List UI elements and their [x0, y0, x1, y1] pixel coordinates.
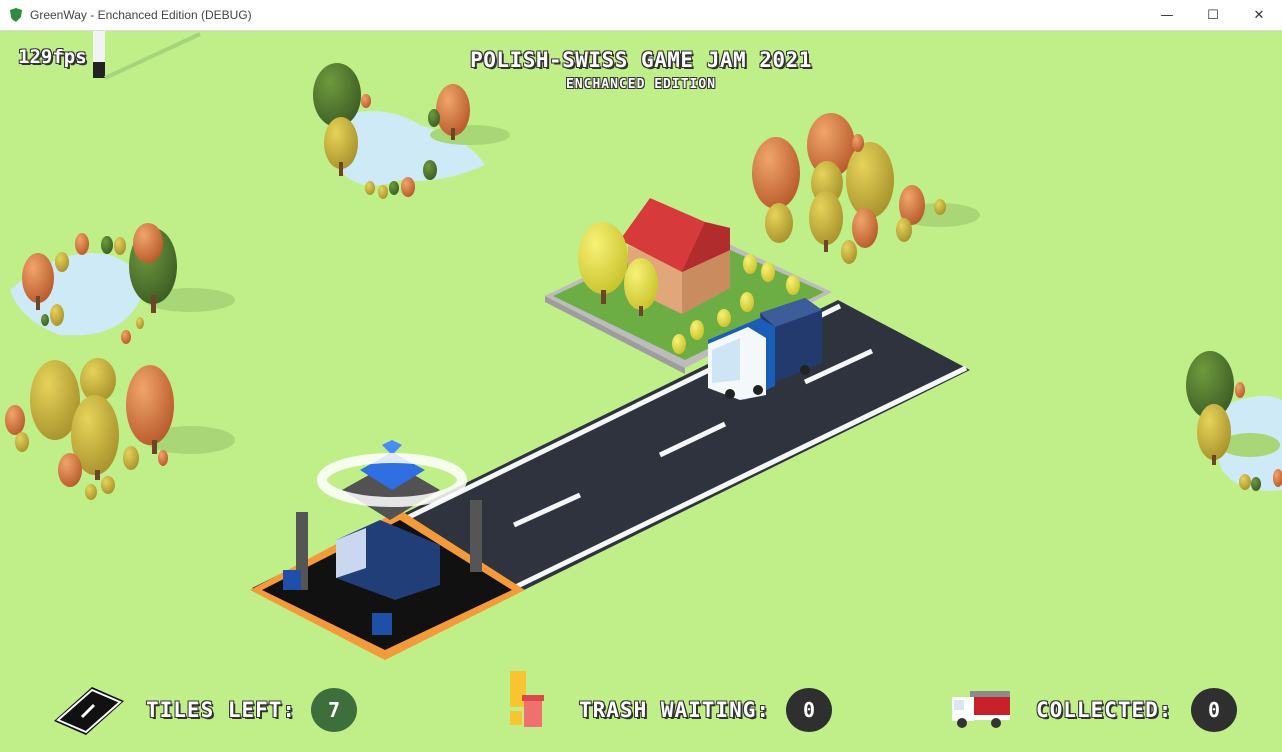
game-title: POLISH-SWISS GAME JAM 2021: [470, 48, 812, 72]
close-button[interactable]: ✕: [1236, 0, 1282, 30]
trash-waiting-counter: 0: [786, 688, 832, 732]
trash-bin-icon: [510, 671, 544, 727]
game-scene[interactable]: [0, 31, 1282, 752]
garbage-truck-icon: [952, 691, 1010, 728]
road-tile-icon: [54, 687, 124, 735]
tiles-left-label: TILES LEFT:: [146, 698, 297, 722]
game-subtitle: ENCHANCED EDITION: [565, 77, 717, 92]
game-viewport[interactable]: 129fps POLISH-SWISS GAME JAM 2021 ENCHAN…: [0, 31, 1282, 752]
trash-waiting-label: TRASH WAITING:: [579, 698, 771, 722]
minimize-button[interactable]: —: [1144, 0, 1190, 30]
window-title: GreenWay - Enchanced Edition (DEBUG): [30, 8, 252, 22]
maximize-button[interactable]: ☐: [1190, 0, 1236, 30]
window-titlebar[interactable]: GreenWay - Enchanced Edition (DEBUG) — ☐…: [0, 0, 1282, 31]
app-shield-icon: [10, 8, 22, 22]
grass-ground: [0, 31, 1282, 752]
collected-counter: 0: [1191, 688, 1237, 732]
tiles-left-counter: 7: [311, 688, 357, 732]
collected-label: COLLECTED:: [1036, 698, 1173, 722]
